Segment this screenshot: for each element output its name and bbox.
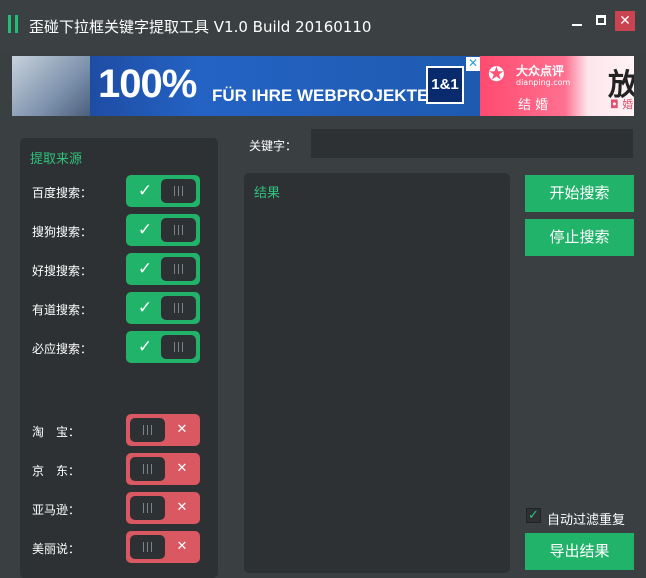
toggle-knob bbox=[161, 179, 196, 203]
close-icon: ✕ bbox=[176, 461, 188, 476]
ad-close-icon[interactable]: ✕ bbox=[466, 57, 480, 71]
ad-subline: FÜR IHRE WEBPROJEKTE bbox=[212, 86, 429, 105]
start-search-button[interactable]: 开始搜索 bbox=[525, 175, 634, 212]
source-label-youdao: 有道搜索： bbox=[32, 303, 93, 317]
toggle-sogou[interactable]: ✓ bbox=[126, 214, 200, 246]
toggle-taobao[interactable]: ✕ bbox=[126, 414, 200, 446]
ad-brand-url: dianping.com bbox=[516, 78, 571, 87]
close-icon: ✕ bbox=[176, 539, 188, 554]
title-bar: 歪碰下拉框关键字提取工具 V1.0 Build 20160110 ✕ bbox=[0, 0, 646, 50]
ad-1and1[interactable]: 100% FÜR IHRE WEBPROJEKTE 1&1 ✕ bbox=[12, 56, 480, 116]
maximize-icon[interactable] bbox=[593, 12, 611, 30]
toggle-youdao[interactable]: ✓ bbox=[126, 292, 200, 324]
toggle-knob bbox=[161, 257, 196, 281]
result-panel[interactable]: 结果 bbox=[244, 173, 510, 573]
toggle-knob bbox=[130, 535, 165, 559]
ad-tag: 结 婚 bbox=[518, 98, 549, 113]
app-logo-icon bbox=[8, 15, 11, 33]
ad-headline: 100% bbox=[98, 62, 197, 106]
result-panel-title: 结果 bbox=[254, 186, 281, 201]
toggle-baidu[interactable]: ✓ bbox=[126, 175, 200, 207]
auto-dedupe-label: 自动过滤重复 bbox=[547, 513, 626, 528]
ad-logo: 1&1 bbox=[426, 66, 464, 104]
toggle-meilishuo[interactable]: ✕ bbox=[126, 531, 200, 563]
check-icon: ✓ bbox=[137, 181, 153, 201]
window-title: 歪碰下拉框关键字提取工具 V1.0 Build 20160110 bbox=[29, 18, 372, 36]
close-icon: ✕ bbox=[176, 500, 188, 515]
keyword-input[interactable] bbox=[311, 129, 633, 158]
source-panel-title: 提取来源 bbox=[30, 152, 83, 167]
auto-dedupe-checkbox[interactable]: ✓ bbox=[526, 508, 541, 523]
source-label-meilishuo: 美丽说： bbox=[32, 542, 81, 556]
close-icon[interactable]: ✕ bbox=[615, 11, 635, 31]
source-label-bing: 必应搜索： bbox=[32, 342, 93, 356]
toggle-amazon[interactable]: ✕ bbox=[126, 492, 200, 524]
source-label-baidu: 百度搜索： bbox=[32, 186, 93, 200]
dianping-logo-icon: ✪ bbox=[488, 62, 505, 86]
toggle-knob bbox=[161, 296, 196, 320]
toggle-knob bbox=[161, 218, 196, 242]
check-icon: ✓ bbox=[137, 298, 153, 318]
minimize-icon[interactable] bbox=[568, 12, 586, 30]
keyword-label: 关键字： bbox=[249, 139, 298, 153]
source-label-haosou: 好搜搜索： bbox=[32, 264, 93, 278]
close-icon: ✕ bbox=[176, 422, 188, 437]
check-icon: ✓ bbox=[137, 259, 153, 279]
ad-dianping[interactable]: ✪ 大众点评 dianping.com 结 婚 放 ◘ 婚 bbox=[480, 56, 634, 116]
check-icon: ✓ bbox=[137, 337, 153, 357]
toggle-haosou[interactable]: ✓ bbox=[126, 253, 200, 285]
toggle-jd[interactable]: ✕ bbox=[126, 453, 200, 485]
ad-banner[interactable]: 100% FÜR IHRE WEBPROJEKTE 1&1 ✕ ✪ 大众点评 d… bbox=[12, 56, 634, 116]
toggle-bing[interactable]: ✓ bbox=[126, 331, 200, 363]
ad-brand-name: 大众点评 bbox=[516, 64, 565, 78]
source-label-taobao: 淘 宝： bbox=[32, 425, 81, 439]
source-label-sogou: 搜狗搜索： bbox=[32, 225, 93, 239]
toggle-knob bbox=[130, 496, 165, 520]
export-results-button[interactable]: 导出结果 bbox=[525, 533, 634, 570]
source-label-amazon: 亚马逊： bbox=[32, 503, 81, 517]
ad-cubes-image bbox=[12, 56, 90, 116]
stop-search-button[interactable]: 停止搜索 bbox=[525, 219, 634, 256]
source-label-jd: 京 东： bbox=[32, 464, 81, 478]
app-logo-icon-bar bbox=[15, 15, 18, 33]
ad-sub-text: ◘ 婚 bbox=[610, 98, 634, 111]
check-icon: ✓ bbox=[137, 220, 153, 240]
toggle-knob bbox=[130, 418, 165, 442]
toggle-knob bbox=[130, 457, 165, 481]
toggle-knob bbox=[161, 335, 196, 359]
